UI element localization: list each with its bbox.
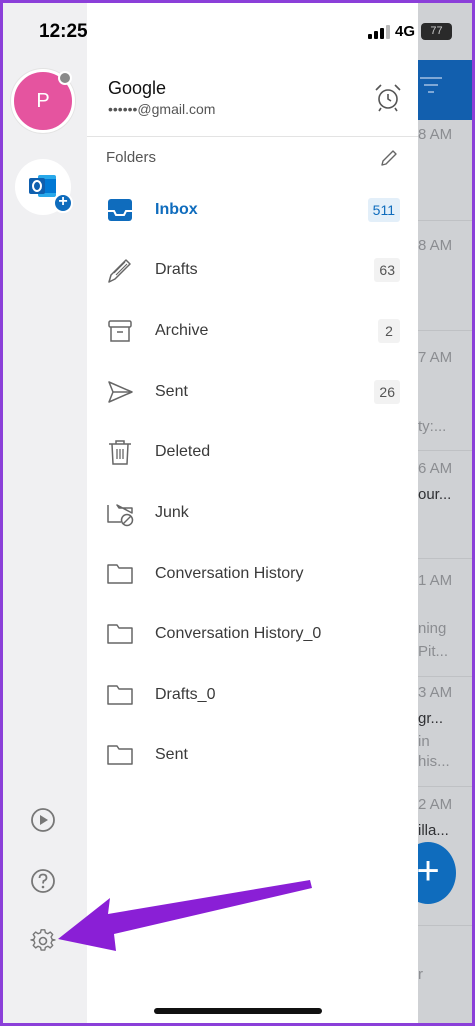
- folder-name: Drafts: [155, 261, 198, 278]
- background-snippet: his...: [418, 753, 450, 770]
- battery-icon: 77: [421, 23, 452, 40]
- unread-count-badge: 63: [374, 258, 400, 282]
- trash-icon: [109, 440, 131, 465]
- archive-box-icon: [108, 320, 132, 342]
- background-snippet: gr...: [418, 710, 444, 727]
- folder-name: Sent: [155, 383, 188, 400]
- folder-inbox[interactable]: Inbox 511: [87, 180, 418, 240]
- status-bar: 12:25 4G 77: [0, 0, 475, 60]
- paper-plane-icon: [108, 381, 133, 403]
- folder-icon: [107, 624, 133, 644]
- pencil-icon: [108, 259, 131, 283]
- background-time: 6 AM: [418, 460, 453, 477]
- background-snippet: Pit...: [418, 643, 449, 660]
- folder-deleted[interactable]: Deleted: [87, 422, 418, 482]
- folder-name: Archive: [155, 322, 209, 339]
- network-type: 4G: [395, 23, 416, 40]
- folder-icon: [107, 745, 133, 765]
- background-snippet: ty:...: [418, 418, 447, 435]
- folder-icon: [107, 685, 133, 705]
- folder-name: Conversation History: [155, 565, 304, 582]
- account-email: ••••••@gmail.com: [108, 101, 216, 117]
- background-snippet: ning: [418, 620, 447, 637]
- folders-heading: Folders: [106, 149, 157, 166]
- background-snippet: illa...: [418, 822, 449, 839]
- background-time: 2 AM: [418, 796, 453, 813]
- folder-sent-2[interactable]: Sent: [87, 725, 418, 785]
- outlook-logo-icon: [29, 175, 56, 197]
- account-name: Google: [108, 78, 167, 98]
- plus-icon: +: [53, 193, 73, 213]
- folder-conversation-history[interactable]: Conversation History: [87, 544, 418, 604]
- play-icon[interactable]: [30, 807, 56, 833]
- folder-drafts-0[interactable]: Drafts_0: [87, 665, 418, 725]
- home-indicator: [154, 1008, 322, 1014]
- alarm-clock-icon[interactable]: [373, 82, 403, 112]
- unread-count-badge: 2: [378, 319, 400, 343]
- background-time: 1 AM: [418, 572, 453, 589]
- divider: [87, 136, 418, 137]
- folder-conversation-history-0[interactable]: Conversation History_0: [87, 604, 418, 664]
- account-rail: P +: [0, 0, 87, 1026]
- folder-drafts[interactable]: Drafts 63: [87, 240, 418, 300]
- folder-name: Sent: [155, 746, 188, 763]
- folder-name: Inbox: [155, 201, 198, 218]
- edit-pencil-icon[interactable]: [379, 148, 399, 168]
- folder-pane: Google ••••••@gmail.com Folders Inbox 51…: [87, 0, 418, 1026]
- folder-name: Conversation History_0: [155, 625, 322, 642]
- status-time: 12:25: [39, 21, 88, 42]
- background-time: 7 AM: [418, 349, 453, 366]
- folder-name: Junk: [155, 504, 189, 521]
- junk-folder-icon: [107, 504, 134, 527]
- unread-count-badge: 26: [374, 380, 400, 404]
- folder-icon: [107, 564, 133, 584]
- inbox-icon: [108, 199, 132, 221]
- unread-count-badge: 511: [367, 198, 400, 222]
- help-icon[interactable]: [30, 868, 56, 894]
- background-time: 3 AM: [418, 684, 453, 701]
- cellular-signal-icon: [368, 25, 390, 39]
- folder-archive[interactable]: Archive 2: [87, 301, 418, 361]
- background-snippet: our...: [418, 486, 452, 503]
- folder-name: Deleted: [155, 443, 211, 460]
- settings-gear-icon[interactable]: [30, 928, 56, 954]
- background-time: 8 AM: [418, 126, 453, 143]
- background-snippet: r: [418, 966, 423, 983]
- background-snippet: in: [418, 733, 430, 750]
- folder-junk[interactable]: Junk: [87, 483, 418, 543]
- background-header: [418, 60, 475, 120]
- background-time: 8 AM: [418, 237, 453, 254]
- folder-name: Drafts_0: [155, 686, 216, 703]
- filter-icon: [420, 77, 442, 93]
- folder-sent[interactable]: Sent 26: [87, 362, 418, 422]
- add-account-button[interactable]: +: [15, 159, 73, 215]
- presence-dot: [58, 71, 72, 85]
